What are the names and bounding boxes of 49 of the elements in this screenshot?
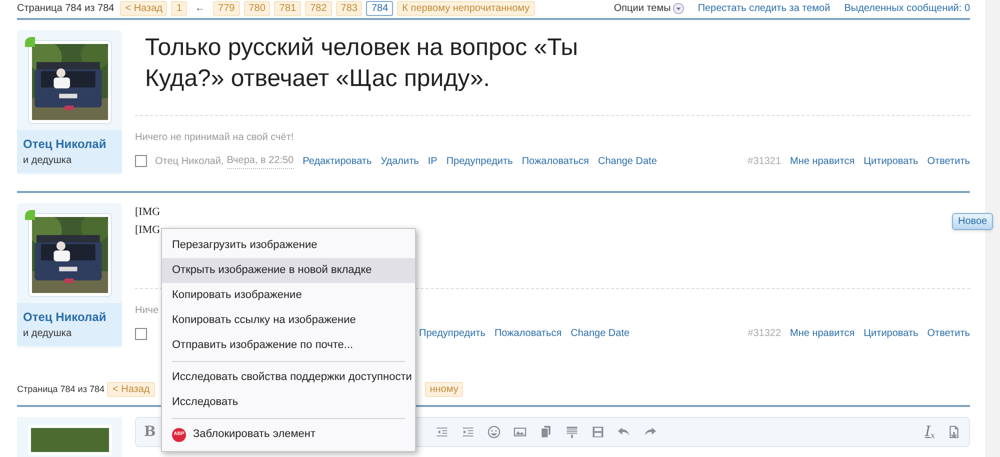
post-action-link[interactable]: Редактировать	[302, 154, 372, 168]
context-menu-item[interactable]: Копировать изображение	[162, 283, 415, 308]
prev-page-link[interactable]: < Назад	[107, 382, 155, 397]
page-link[interactable]: 782	[305, 1, 332, 16]
signature-text: Ничего не принимай на свой счёт!	[135, 132, 294, 143]
post-action-link[interactable]: Предупредить	[419, 326, 486, 341]
post-action-link[interactable]: Мне нравится	[790, 154, 855, 168]
new-post-badge: Новое	[952, 213, 994, 230]
remove-format-icon[interactable]: I$_{x}$	[924, 422, 935, 442]
context-menu-item[interactable]: Перезагрузить изображение	[162, 233, 415, 258]
bold-icon[interactable]: B	[144, 422, 156, 442]
page-link[interactable]: 783	[336, 1, 362, 16]
post-action-link[interactable]: Пожаловаться	[522, 154, 589, 168]
post-action-link[interactable]: Change Date	[570, 326, 630, 341]
selected-messages-link[interactable]: Выделенных сообщений: 0	[844, 1, 970, 16]
context-menu-item[interactable]: Открыть изображение в новой вкладке	[162, 258, 415, 283]
context-menu-item[interactable]: Отправить изображение по почте...	[162, 333, 415, 358]
post-action-link[interactable]: Мне нравится	[790, 326, 855, 341]
post-action-link[interactable]: Change Date	[598, 154, 657, 168]
context-menu-item[interactable]: Исследовать	[162, 390, 415, 415]
username-link[interactable]: Отец Николай	[23, 308, 116, 326]
post-action-link[interactable]: Ответить	[927, 154, 970, 168]
user-title: и дедушка	[23, 154, 73, 168]
thread-options-menu[interactable]: Опции темы	[614, 1, 684, 16]
page-link[interactable]: 784	[366, 1, 394, 16]
context-menu-item[interactable]: Копировать ссылку на изображение	[162, 308, 415, 333]
post-action-link[interactable]: Цитировать	[864, 154, 918, 168]
page-label: Страница 784 из 784	[17, 382, 104, 396]
signature-text: Ниче	[135, 305, 159, 316]
page-label: Страница 784 из 784	[17, 2, 114, 16]
page-link[interactable]: 779	[213, 1, 240, 16]
bbcode-text: [IMG	[135, 205, 160, 220]
post-date[interactable]: Вчера, в 22:50	[226, 153, 294, 169]
user-title: и дедушка	[23, 327, 73, 341]
post-action-link[interactable]: Удалить	[380, 154, 419, 168]
post-action-link[interactable]: IP	[428, 154, 438, 168]
prev-page-link[interactable]: < Назад	[120, 1, 168, 16]
page-gap: ←	[195, 2, 206, 16]
post-action-link[interactable]: Цитировать	[864, 326, 918, 341]
page-link[interactable]: 781	[274, 1, 302, 16]
post-author: Отец Николай,	[155, 154, 224, 168]
bbcode-text: [IMG	[135, 223, 160, 238]
post-action-link[interactable]: Предупредить	[446, 154, 513, 168]
context-menu-item[interactable]: Исследовать свойства поддержки доступности	[162, 365, 415, 390]
username-link[interactable]: Отец Николай	[23, 135, 116, 153]
page-link[interactable]: 1	[171, 1, 188, 16]
post-action-link[interactable]: Ответить	[927, 326, 970, 341]
post-action-link[interactable]: Пожаловаться	[494, 326, 562, 341]
unwatch-link[interactable]: Перестать следить за темой	[698, 1, 830, 16]
